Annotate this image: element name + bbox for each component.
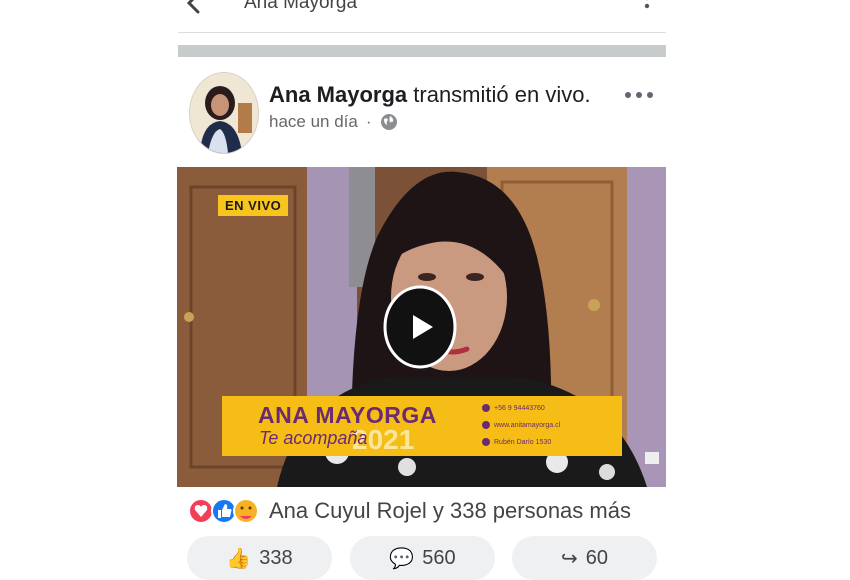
care-reaction-icon [234,499,258,523]
banner-subtitle: Te acompaña [259,428,367,449]
feed-divider [178,45,666,57]
comment-button[interactable]: 💬 560 [350,536,495,580]
like-icon: 👍 [226,546,251,571]
contact-phone: +56 9 94443760 [482,404,545,412]
meta-separator: · [366,112,372,132]
comment-count: 560 [422,547,455,570]
post-action-text: transmitió en vivo. [407,82,590,107]
top-navigation-bar: Ana Mayorga [178,0,666,33]
whatsapp-icon [482,404,490,412]
author-name[interactable]: Ana Mayorga [269,82,407,107]
share-count: 60 [586,547,608,570]
back-arrow-icon[interactable] [184,0,206,14]
contact-phone-text: +56 9 94443760 [494,405,545,412]
like-reaction-icon [212,499,236,523]
web-icon [482,421,490,429]
globe-icon [380,113,398,131]
contact-address-text: Rubén Darío 1530 [494,439,551,446]
play-button-icon[interactable] [383,285,457,369]
post-author-line: Ana Mayorga transmitió en vivo. [269,82,591,108]
page-title: Ana Mayorga [244,0,357,14]
like-count: 338 [259,547,292,570]
share-button[interactable]: ↪ 60 [512,536,657,580]
banner-name: ANA MAYORGA [258,402,437,429]
reaction-icons[interactable] [188,494,266,528]
post-meta: hace un día · [269,112,398,132]
heart-reaction-icon [189,499,213,523]
post-time[interactable]: hace un día [269,112,358,132]
post-more-options-icon[interactable] [624,90,654,100]
share-icon: ↪ [561,546,578,571]
avatar[interactable] [189,72,259,154]
contact-web: www.anitamayorga.cl [482,421,560,429]
reactions-summary[interactable]: Ana Cuyul Rojel y 338 personas más [269,498,631,524]
live-badge: EN VIVO [218,195,288,216]
like-button[interactable]: 👍 338 [187,536,332,580]
contact-web-text: www.anitamayorga.cl [494,422,560,429]
location-icon [482,438,490,446]
contact-address: Rubén Darío 1530 [482,438,551,446]
comment-icon: 💬 [389,546,414,571]
more-options-icon[interactable] [644,0,650,10]
